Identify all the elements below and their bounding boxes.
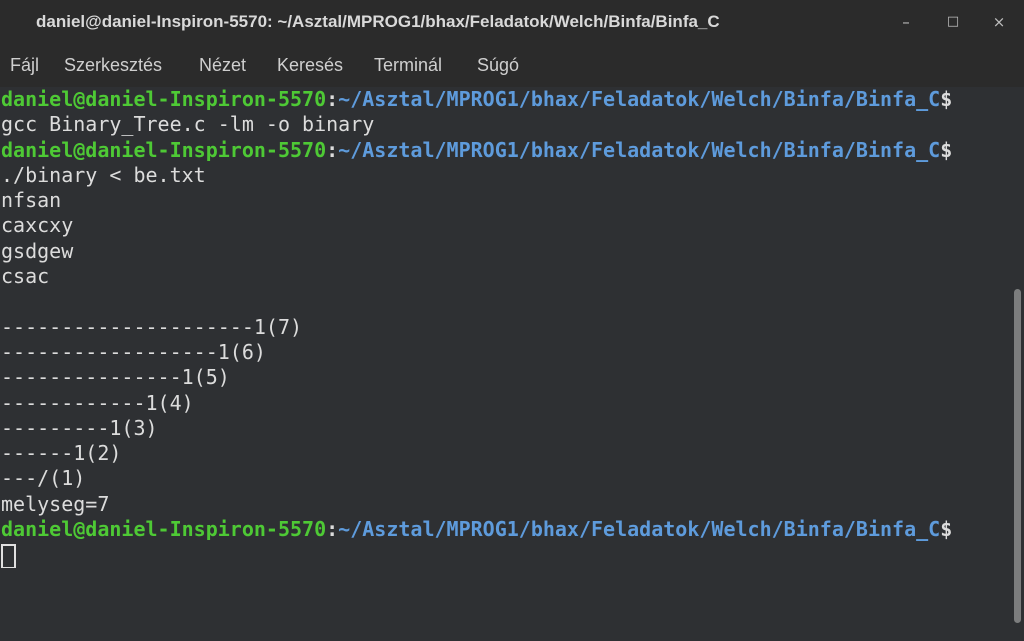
terminal-output[interactable]: daniel@daniel-Inspiron-5570:~/Asztal/MPR…	[0, 87, 1010, 641]
maximize-button[interactable]: □	[941, 10, 965, 34]
prompt-user: daniel@daniel-Inspiron-5570	[1, 137, 327, 162]
terminal-window: daniel@daniel-Inspiron-5570: ~/Asztal/MP…	[0, 0, 1024, 641]
prompt-symbol: $	[940, 137, 953, 162]
prompt-path: ~/Asztal/MPROG1/bhax/Feladatok/Welch/Bin…	[338, 87, 941, 111]
prompt-line: daniel@daniel-Inspiron-5570:~/Asztal/MPR…	[0, 517, 1010, 542]
prompt-symbol: $	[940, 517, 953, 542]
close-button[interactable]: ×	[987, 10, 1011, 34]
output-line: ---------1(3)	[1, 415, 158, 440]
prompt-path: ~/Asztal/MPROG1/bhax/Feladatok/Welch/Bin…	[338, 517, 941, 542]
output-line: ------------------1(6)	[1, 339, 266, 364]
menu-bar: Fájl Szerkesztés Nézet Keresés Terminál …	[0, 44, 1024, 87]
menu-help[interactable]: Súgó	[477, 44, 519, 87]
scrollbar-thumb[interactable]	[1014, 289, 1021, 623]
menu-view[interactable]: Nézet	[199, 44, 246, 87]
output-line: melyseg=7	[1, 491, 110, 516]
menu-file[interactable]: Fájl	[10, 44, 39, 87]
menu-terminal[interactable]: Terminál	[374, 44, 442, 87]
output-line: ------1(2)	[1, 441, 122, 466]
prompt-colon: :	[326, 87, 339, 111]
output-line: caxcxy	[1, 213, 74, 238]
input-line[interactable]	[0, 542, 1010, 568]
prompt-user: daniel@daniel-Inspiron-5570	[1, 517, 327, 542]
prompt-symbol: $	[940, 87, 953, 111]
menu-edit[interactable]: Szerkesztés	[64, 44, 162, 87]
window-title: daniel@daniel-Inspiron-5570: ~/Asztal/MP…	[36, 12, 720, 31]
output-line: ---------------1(5)	[1, 365, 230, 390]
output-line: ---/(1)	[1, 466, 86, 491]
prompt-user: daniel@daniel-Inspiron-5570	[1, 87, 327, 111]
menu-search[interactable]: Keresés	[277, 44, 343, 87]
command-line: ./binary < be.txt	[1, 162, 206, 187]
scrollbar[interactable]	[1010, 87, 1024, 641]
output-line: nfsan	[1, 188, 62, 213]
prompt-path: ~/Asztal/MPROG1/bhax/Feladatok/Welch/Bin…	[338, 137, 941, 162]
output-line: gsdgew	[1, 238, 74, 263]
prompt-colon: :	[326, 137, 339, 162]
prompt-line: daniel@daniel-Inspiron-5570:~/Asztal/MPR…	[0, 87, 1010, 112]
title-bar[interactable]: daniel@daniel-Inspiron-5570: ~/Asztal/MP…	[0, 0, 1024, 44]
text-cursor	[1, 543, 16, 568]
minimize-button[interactable]: –	[894, 10, 918, 34]
command-line: gcc Binary_Tree.c -lm -o binary	[1, 112, 375, 137]
output-line: ------------1(4)	[1, 390, 194, 415]
output-line: csac	[1, 264, 50, 289]
prompt-line: daniel@daniel-Inspiron-5570:~/Asztal/MPR…	[0, 138, 1010, 163]
output-line: ---------------------1(7)	[1, 314, 303, 339]
prompt-colon: :	[326, 517, 339, 542]
